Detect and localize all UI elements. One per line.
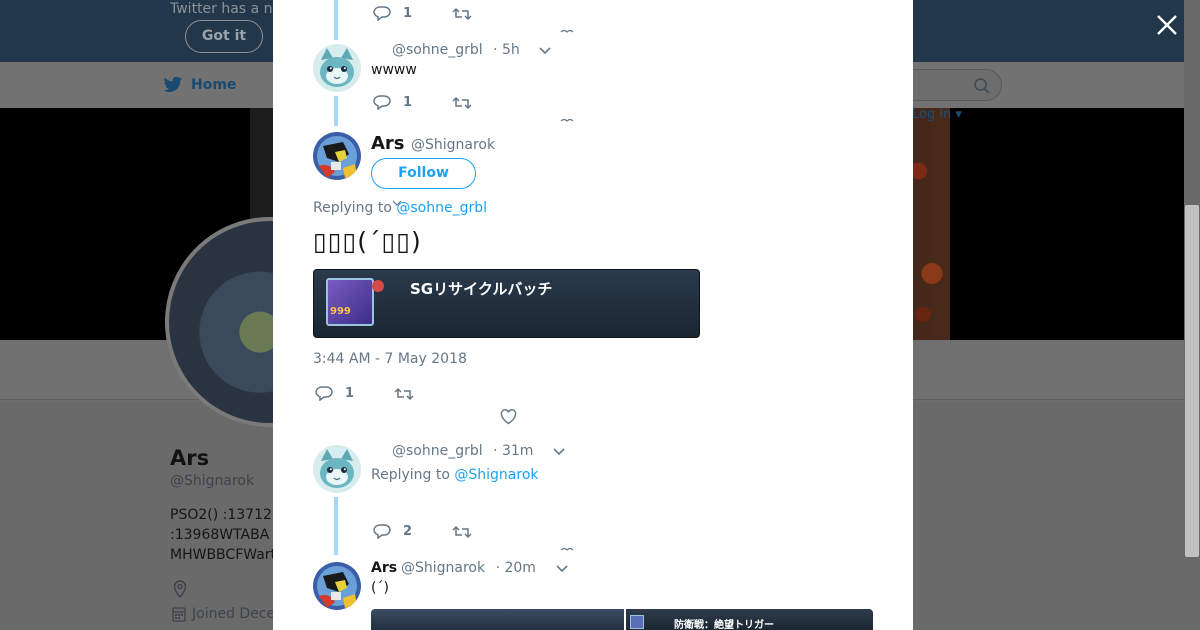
more-dots-icon[interactable]	[560, 547, 574, 551]
main-tweet-text: ▯▯▯(´▯▯)	[313, 227, 422, 256]
reply-count: 1	[403, 94, 413, 110]
chevron-down-icon[interactable]	[556, 565, 568, 573]
calendar-icon	[172, 607, 186, 622]
tweet-author-handle[interactable]: @Shignarok	[411, 137, 495, 153]
twitter-bird-icon	[163, 76, 183, 92]
avatar[interactable]	[313, 132, 361, 180]
login-link[interactable]: Log in ▾	[912, 107, 962, 122]
profile-name: Ars	[170, 446, 210, 470]
reply-icon	[373, 524, 391, 539]
tweet-text: wwww	[371, 62, 417, 78]
tweet-media-image[interactable]: 999 SGリサイクルバッチ	[313, 269, 700, 338]
joined-date: Joined Dece	[172, 606, 275, 622]
profile-handle: @Shignarok	[170, 473, 255, 489]
handle-text: @Shignarok	[401, 560, 486, 576]
chevron-down-icon[interactable]	[553, 448, 565, 456]
tweet-handle[interactable]: @sohne_grbl · 31m	[392, 443, 533, 459]
tweet-media-image[interactable]: 防衛戦：絶望トリガー	[626, 609, 873, 630]
thread-line	[334, 96, 338, 126]
cat-avatar-image	[313, 44, 361, 92]
badge-item-icon	[326, 278, 374, 326]
thread-line	[334, 497, 338, 555]
tweet-text: (´)	[371, 580, 389, 596]
bio-line: MHWBBCFWart	[170, 547, 275, 563]
notice-text: Twitter has a n	[170, 1, 273, 17]
replying-to-link[interactable]: @sohne_grbl	[396, 200, 487, 216]
tweet-time[interactable]: · 20m	[496, 560, 536, 576]
retweet-icon[interactable]	[452, 95, 472, 111]
replying-prefix: Replying to	[313, 200, 392, 216]
replying-to-link[interactable]: @Shignarok	[454, 467, 538, 483]
profile-bio: PSO2() :13712 :13968WTABA MHWBBCFWart	[170, 505, 275, 565]
replying-prefix: Replying to	[371, 467, 450, 483]
reply-icon	[315, 386, 333, 401]
tweet-media-image[interactable]	[371, 609, 624, 630]
got-it-button[interactable]: Got it	[185, 20, 263, 53]
reply-icon	[373, 95, 391, 110]
chevron-down-icon[interactable]	[539, 47, 551, 55]
replying-to: Replying to @Shignarok	[371, 467, 539, 483]
tweet-timestamp[interactable]: 3:44 AM - 7 May 2018	[313, 351, 467, 367]
avatar[interactable]	[313, 445, 361, 493]
more-dots-icon[interactable]	[560, 29, 574, 33]
tweet-author-name[interactable]: Ars	[371, 133, 405, 154]
tweet-handle[interactable]: @Shignarok · 20m	[401, 560, 536, 576]
heart-icon[interactable]	[500, 409, 517, 425]
robot-avatar-image	[313, 132, 361, 180]
more-dots-icon[interactable]	[560, 118, 574, 122]
bio-line: :13968WTABA	[170, 527, 270, 543]
image-caption: 防衛戦：絶望トリガー	[674, 620, 774, 630]
login-label: Log in	[912, 107, 952, 122]
cat-avatar-image	[313, 445, 361, 493]
es-badge	[372, 280, 384, 292]
nav-home-label: Home	[191, 77, 237, 93]
retweet-icon[interactable]	[452, 6, 472, 22]
thread-line	[334, 0, 338, 40]
handle-text: @sohne_grbl	[392, 42, 483, 58]
follow-button[interactable]: Follow	[371, 158, 476, 189]
handle-text: @sohne_grbl	[392, 443, 483, 459]
search-icon	[974, 78, 990, 94]
reply-action[interactable]: 1	[315, 385, 354, 401]
tweet-handle[interactable]: @sohne_grbl · 5h	[392, 42, 520, 58]
reply-count: 2	[403, 523, 413, 539]
bio-line: PSO2() :13712	[170, 507, 272, 523]
nav-home[interactable]: Home	[163, 76, 236, 94]
scrollbar-thumb[interactable]	[1185, 205, 1199, 557]
tweet-time[interactable]: · 31m	[493, 443, 533, 459]
replying-to: Replying to @sohne_grbl	[313, 200, 487, 216]
tweet-time[interactable]: · 5h	[493, 42, 520, 58]
tweet-permalink-modal: 1 @sohne_grbl · 5h wwww 1 Ars @Shignarok…	[273, 0, 913, 630]
close-icon[interactable]	[1155, 13, 1179, 37]
robot-avatar-image	[313, 562, 361, 610]
image-caption: SGリサイクルバッチ	[410, 280, 553, 298]
reply-icon	[373, 6, 391, 21]
joined-label: Joined Dece	[192, 606, 276, 622]
reply-count: 1	[345, 385, 355, 401]
reply-action[interactable]: 1	[373, 94, 412, 110]
reply-count: 1	[403, 5, 413, 21]
reply-action[interactable]: 1	[373, 5, 412, 21]
retweet-icon[interactable]	[452, 524, 472, 540]
retweet-icon[interactable]	[394, 386, 414, 402]
search-input[interactable]	[900, 69, 1002, 101]
tweet-author-name[interactable]: Ars	[371, 560, 397, 576]
location-pin-icon	[173, 580, 187, 598]
avatar[interactable]	[313, 44, 361, 92]
reply-action[interactable]: 2	[373, 523, 412, 539]
media-item-icon	[630, 615, 644, 629]
badge-count: 999	[330, 306, 351, 317]
avatar[interactable]	[313, 562, 361, 610]
